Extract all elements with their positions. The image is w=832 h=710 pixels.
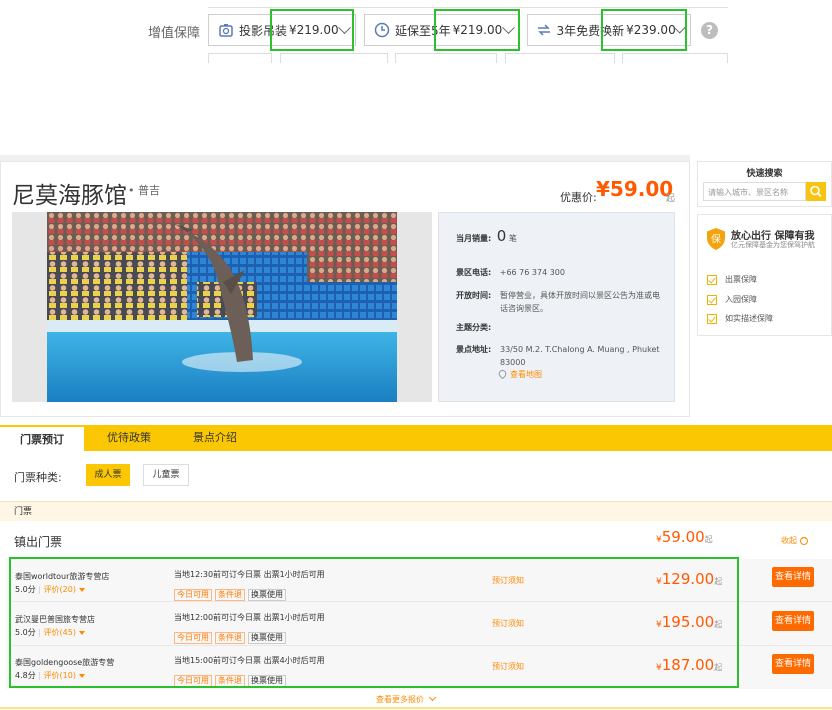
option-box	[280, 53, 388, 63]
map-pin-icon	[498, 369, 507, 380]
phone-row: 景区电话: +66 76 374 300	[456, 268, 565, 277]
attraction-city: • 普吉	[128, 184, 160, 197]
option-box	[395, 53, 497, 63]
more-offers-link[interactable]: 查看更多报价	[376, 693, 436, 705]
tab-attraction-intro[interactable]: 景点介绍	[178, 425, 252, 451]
guarantee-subtitle: 亿元保障基金为您保驾护航	[731, 241, 815, 249]
dolphin-show-photo[interactable]	[47, 212, 397, 402]
chevron-down-icon	[428, 693, 436, 702]
hours-value: 暂停营业，具体开放时间以景区公告为准或电话咨询景区。	[500, 291, 660, 313]
search-button[interactable]	[806, 182, 826, 201]
collapse-button[interactable]: 收起 ^	[781, 535, 808, 546]
option-box	[208, 53, 272, 63]
guarantee-item: 入园保障	[707, 294, 757, 305]
ticket-group-price: ¥59.00起	[656, 528, 713, 546]
svg-text:保: 保	[711, 233, 721, 246]
highlight-box	[9, 557, 739, 688]
top-divider	[208, 7, 728, 8]
quick-search-title: 快速搜索	[746, 169, 783, 179]
page-root: 增值保障 投影吊装 ¥219.00 延保至5年 ¥219.00 3年免费换新 ¥…	[0, 0, 832, 710]
search-input[interactable]: 请输入城市、景区名称	[703, 182, 806, 201]
highlight-box	[601, 9, 687, 51]
ticket-type-label: 门票种类:	[14, 471, 62, 484]
shield-icon: 保	[705, 227, 727, 251]
discount-price: ¥59.00	[596, 177, 674, 201]
highlight-box	[434, 9, 520, 51]
search-icon	[810, 185, 822, 198]
check-icon	[707, 313, 717, 324]
option-box	[505, 53, 615, 63]
view-map-link[interactable]: 查看地图	[498, 368, 542, 381]
attraction-title: 尼莫海豚馆	[12, 183, 127, 209]
ticket-group-title: 镇出门票	[14, 535, 63, 549]
chevron-up-icon: ^	[800, 536, 808, 545]
projector-icon	[217, 21, 235, 39]
view-details-button[interactable]: 查看详情	[772, 611, 814, 631]
check-icon	[707, 294, 717, 305]
guarantee-item: 如实描述保障	[707, 313, 773, 324]
tab-ticket-booking[interactable]: 门票预订	[0, 425, 84, 451]
address-value: 33/50 M.2. T.Chalong A. Muang , Phuket 8…	[500, 345, 660, 367]
help-icon[interactable]: ?	[701, 22, 718, 39]
monthly-sales: 当月销量: 0 笔	[456, 227, 517, 245]
option-box	[622, 53, 728, 63]
price-suffix: 起	[666, 194, 676, 204]
section-header: 门票	[0, 501, 832, 521]
discount-price-label: 优惠价:	[560, 191, 597, 204]
check-icon	[707, 274, 717, 285]
guarantee-item: 出票保障	[707, 274, 757, 285]
address-row: 景点地址:	[456, 345, 492, 354]
ticket-type-adult[interactable]: 成人票	[86, 464, 130, 486]
view-details-button[interactable]: 查看详情	[772, 567, 814, 587]
clock-icon	[373, 21, 391, 39]
highlight-box	[270, 9, 354, 51]
value-added-label: 增值保障	[148, 26, 201, 41]
bottom-divider	[0, 707, 832, 709]
swap-arrows-icon	[536, 21, 552, 39]
tab-discount-policy[interactable]: 优待政策	[92, 425, 166, 451]
view-details-button[interactable]: 查看详情	[772, 654, 814, 674]
theme-row: 主题分类:	[456, 323, 492, 332]
ticket-type-child[interactable]: 儿童票	[143, 464, 189, 486]
